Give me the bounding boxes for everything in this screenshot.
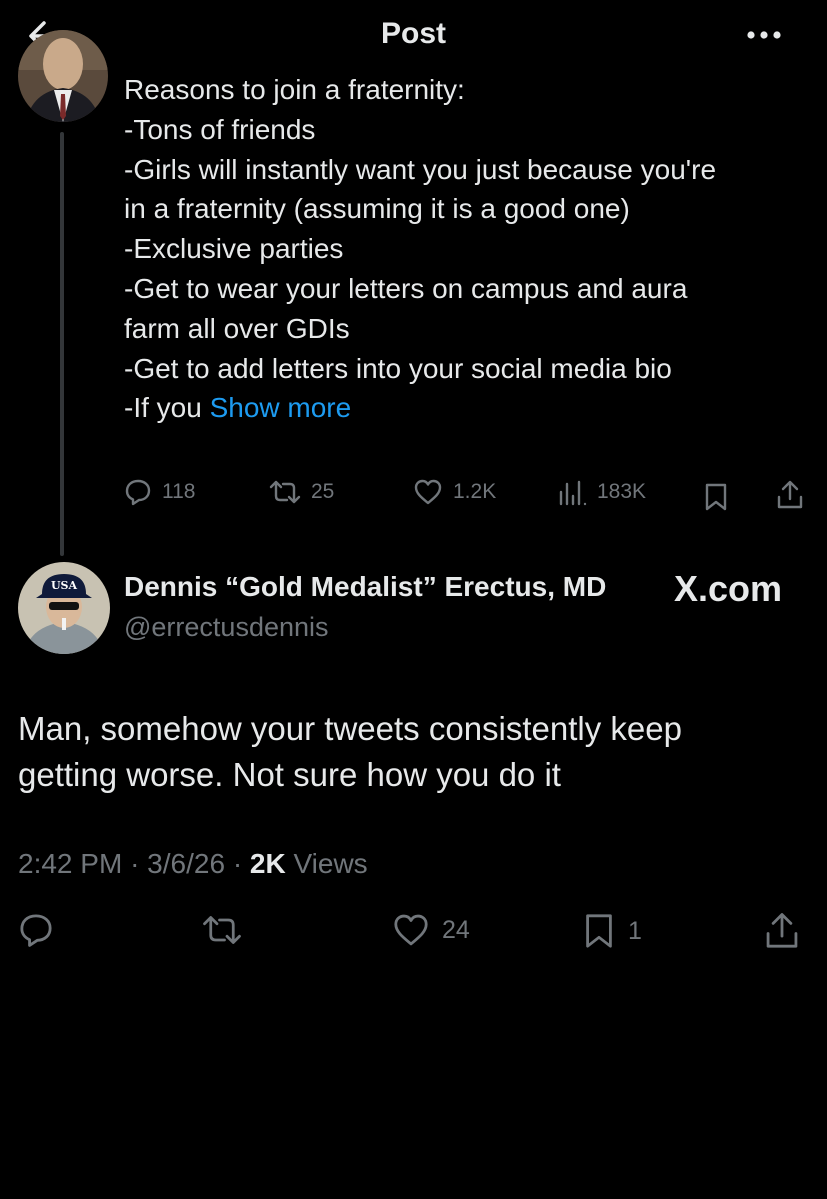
- more-options-icon[interactable]: [742, 20, 786, 50]
- parent-avatar[interactable]: [18, 30, 108, 122]
- repost-count: 25: [311, 480, 335, 503]
- hat-text: USA: [51, 579, 78, 592]
- reply-count: 118: [162, 480, 196, 503]
- parent-text-line: -Get to add letters into your social med…: [124, 352, 672, 384]
- post-date: 3/6/26: [147, 848, 226, 879]
- watermark: X.com: [674, 568, 783, 609]
- parent-text-line: -Girls will instantly want you just beca…: [124, 153, 717, 185]
- repost-button[interactable]: [202, 912, 242, 948]
- parent-text-line: -Exclusive parties: [124, 233, 344, 265]
- parent-tweet-text: Reasons to join a fraternity: -Tons of f…: [124, 70, 814, 428]
- post-time: 2:42 PM: [18, 848, 123, 879]
- parent-text-line: farm all over GDIs: [124, 312, 350, 344]
- reply-icon: [18, 912, 54, 948]
- reply-button[interactable]: [18, 912, 54, 948]
- analytics-bars-icon: [557, 478, 587, 506]
- repost-button[interactable]: 25: [269, 478, 334, 506]
- meta-separator: ·: [130, 848, 140, 879]
- reply-handle[interactable]: @errectusdennis: [124, 612, 329, 643]
- like-count: 1.2K: [453, 480, 497, 503]
- like-button[interactable]: 1.2K: [413, 478, 496, 506]
- bookmark-icon[interactable]: [703, 482, 729, 512]
- repost-icon: [269, 478, 301, 506]
- reply-action-bar: 24 1: [18, 912, 808, 958]
- bookmark-count: 1: [628, 916, 642, 945]
- parent-action-bar: 118 25 1.2K 183K: [124, 478, 814, 518]
- meta-separator: ·: [232, 848, 243, 879]
- parent-text-last-line: -If you Show more: [124, 388, 814, 428]
- show-more-link[interactable]: Show more: [210, 392, 352, 423]
- bookmark-icon: [582, 912, 616, 950]
- repost-icon: [202, 912, 242, 948]
- views-count[interactable]: 2K: [250, 848, 286, 879]
- heart-icon: [413, 478, 443, 506]
- truncated-text: -If you: [124, 392, 210, 424]
- reply-button[interactable]: 118: [124, 478, 195, 506]
- page-title: Post: [380, 17, 446, 50]
- share-icon[interactable]: [764, 912, 800, 950]
- heart-icon: [392, 912, 430, 948]
- post-metadata: 2:42 PM · 3/6/26 · 2K Views: [18, 848, 368, 880]
- view-count: 183K: [597, 480, 647, 503]
- share-icon[interactable]: [776, 480, 804, 510]
- reply-text-line: getting worse. Not sure how you do it: [18, 756, 561, 793]
- like-count: 24: [442, 915, 470, 944]
- parent-text-line: -Get to wear your letters on campus and …: [124, 272, 688, 304]
- bookmark-button[interactable]: 1: [582, 912, 642, 950]
- views-label: Views: [293, 848, 368, 879]
- parent-text-line: in a fraternity (assuming it is a good o…: [124, 193, 630, 225]
- parent-text-line: -Tons of friends: [124, 113, 316, 145]
- reply-display-name[interactable]: Dennis “Gold Medalist” Erectus, MD: [124, 571, 606, 603]
- like-button[interactable]: 24: [392, 912, 470, 948]
- reply-tweet-text: Man, somehow your tweets consistently ke…: [18, 706, 808, 798]
- views-button[interactable]: 183K: [557, 478, 646, 506]
- thread-connector-line: [60, 132, 64, 556]
- reply-icon: [124, 478, 152, 506]
- reply-text-line: Man, somehow your tweets consistently ke…: [18, 710, 682, 747]
- parent-text-line: Reasons to join a fraternity:: [124, 74, 465, 105]
- reply-avatar[interactable]: USA: [18, 562, 110, 654]
